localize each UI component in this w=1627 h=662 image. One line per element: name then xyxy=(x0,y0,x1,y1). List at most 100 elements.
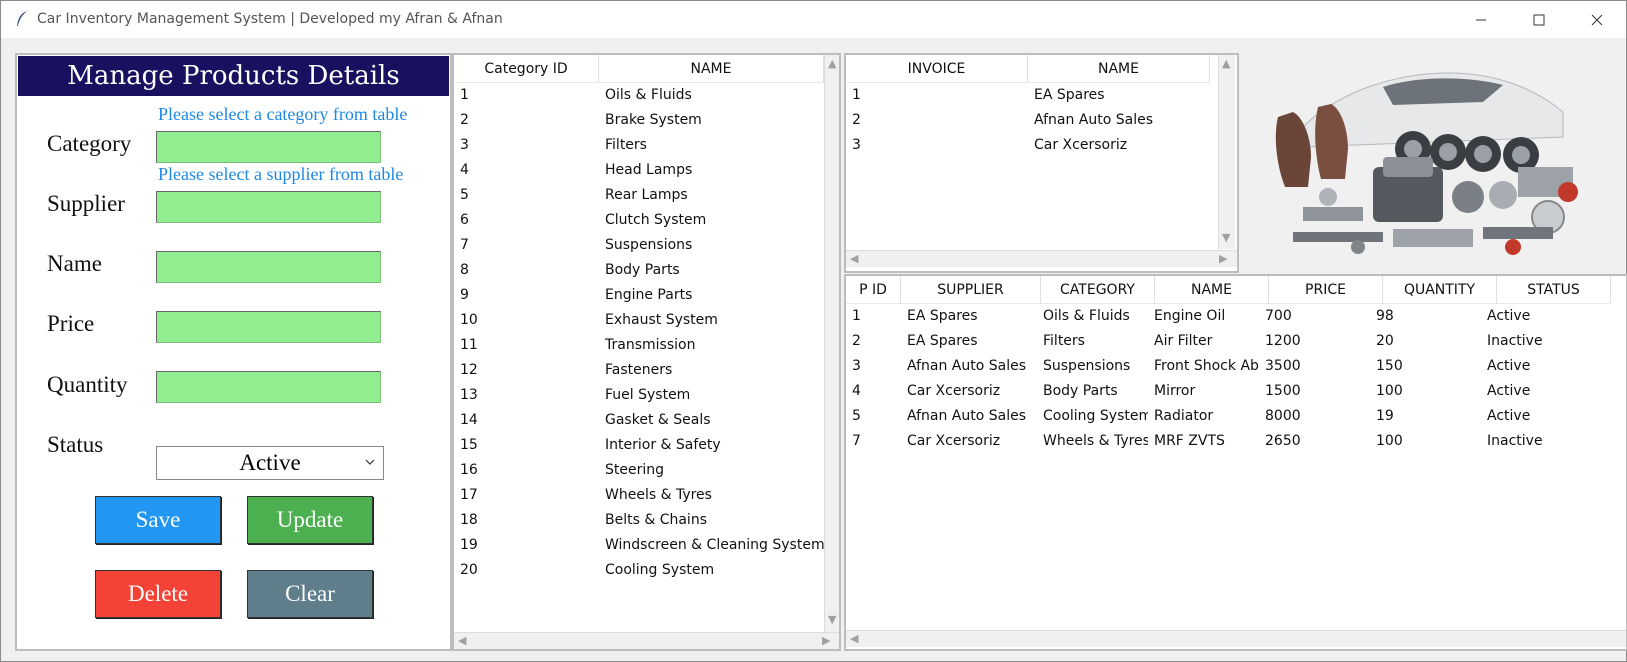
status-cell: Inactive xyxy=(1487,433,1543,449)
pid-cell: 3 xyxy=(852,358,861,374)
table-row[interactable]: 9 Engine Parts xyxy=(454,283,824,308)
delete-button[interactable]: Delete xyxy=(95,570,221,618)
minimize-button[interactable] xyxy=(1458,5,1504,35)
category-name-cell: Cooling System xyxy=(605,562,715,578)
table-row[interactable]: 15 Interior & Safety xyxy=(454,433,824,458)
quantity-field[interactable] xyxy=(156,371,381,403)
close-button[interactable] xyxy=(1574,5,1620,35)
table-row[interactable]: 3 Filters xyxy=(454,133,824,158)
table-row[interactable]: 2 Afnan Auto Sales xyxy=(846,108,1210,133)
table-row[interactable]: 11 Transmission xyxy=(454,333,824,358)
category-name-cell: Steering xyxy=(605,462,665,478)
table-row[interactable]: 1 EA Spares xyxy=(846,83,1210,108)
table-row[interactable]: 2 EA Spares Filters Air Filter 1200 20 Inactiv… xyxy=(846,329,1592,354)
maximize-button[interactable] xyxy=(1516,5,1562,35)
scroll-right-icon[interactable]: ▶ xyxy=(822,634,830,647)
category-name-cell: Gasket & Seals xyxy=(605,412,711,428)
supplier-hint: Please select a supplier from table xyxy=(158,164,404,184)
quantity-cell: 100 xyxy=(1376,383,1403,399)
scroll-left-icon[interactable]: ◀ xyxy=(458,634,466,647)
save-button[interactable]: Save xyxy=(95,496,221,544)
table-row[interactable]: 2 Brake System xyxy=(454,108,824,133)
column-header-invoice[interactable]: INVOICE xyxy=(846,55,1028,83)
table-row[interactable]: 6 Clutch System xyxy=(454,208,824,233)
table-row[interactable]: 3 Car Xcersoriz xyxy=(846,133,1210,158)
app-window: Car Inventory Management System | Develo… xyxy=(0,0,1627,662)
supplier-vertical-scrollbar[interactable]: ▲ ▼ xyxy=(1218,55,1235,249)
column-header-category[interactable]: CATEGORY xyxy=(1041,276,1155,304)
column-header-status[interactable]: STATUS xyxy=(1497,276,1611,304)
table-row[interactable]: 10 Exhaust System xyxy=(454,308,824,333)
car-parts-image xyxy=(1275,72,1578,255)
product-table-body: 1 EA Spares Oils & Fluids Engine Oil 700 98 Ac… xyxy=(846,304,1592,454)
scroll-left-icon[interactable]: ◀ xyxy=(850,632,858,645)
column-header-supplier[interactable]: SUPPLIER xyxy=(901,276,1041,304)
table-row[interactable]: 1 EA Spares Oils & Fluids Engine Oil 700 98 Ac… xyxy=(846,304,1592,329)
category-id-cell: 2 xyxy=(460,112,469,128)
status-selected-value: Active xyxy=(239,450,301,475)
supplier-field[interactable] xyxy=(156,191,381,223)
column-header-quantity[interactable]: QUANTITY xyxy=(1383,276,1497,304)
supplier-cell: Afnan Auto Sales xyxy=(907,358,1026,374)
pid-cell: 7 xyxy=(852,433,861,449)
table-row[interactable]: 14 Gasket & Seals xyxy=(454,408,824,433)
category-name-cell: Rear Lamps xyxy=(605,187,688,203)
column-header-name[interactable]: NAME xyxy=(599,55,824,83)
column-header-price[interactable]: PRICE xyxy=(1269,276,1383,304)
table-row[interactable]: 4 Car Xcersoriz Body Parts Mirror 1500 100 Act… xyxy=(846,379,1592,404)
update-button[interactable]: Update xyxy=(247,496,373,544)
table-row[interactable]: 8 Body Parts xyxy=(454,258,824,283)
scroll-down-icon[interactable]: ▼ xyxy=(828,613,836,626)
category-name-cell: Fuel System xyxy=(605,387,691,403)
table-row[interactable]: 5 Rear Lamps xyxy=(454,183,824,208)
supplier-horizontal-scrollbar[interactable]: ◀ ▶ xyxy=(846,250,1237,267)
price-cell: 1500 xyxy=(1265,383,1301,399)
scroll-down-icon[interactable]: ▼ xyxy=(1222,231,1230,244)
scroll-left-icon[interactable]: ◀ xyxy=(850,252,858,265)
category-name-cell: Suspensions xyxy=(605,237,693,253)
name-field[interactable] xyxy=(156,251,381,283)
table-row[interactable]: 19 Windscreen & Cleaning System xyxy=(454,533,824,558)
table-row[interactable]: 5 Afnan Auto Sales Cooling System Radiator 8… xyxy=(846,404,1592,429)
table-row[interactable]: 1 Oils & Fluids xyxy=(454,83,824,108)
column-header-product-name[interactable]: NAME xyxy=(1155,276,1269,304)
status-cell: Active xyxy=(1487,358,1531,374)
category-horizontal-scrollbar[interactable]: ◀ ▶ xyxy=(454,632,839,649)
form-header: Manage Products Details xyxy=(18,56,449,96)
table-row[interactable]: 13 Fuel System xyxy=(454,383,824,408)
category-cell: Oils & Fluids xyxy=(1043,308,1130,324)
category-table-header: Category ID NAME xyxy=(454,55,824,83)
price-label: Price xyxy=(47,311,95,336)
clear-button[interactable]: Clear xyxy=(247,570,373,618)
column-header-category-id[interactable]: Category ID xyxy=(454,55,599,83)
category-id-cell: 9 xyxy=(460,287,469,303)
chevron-down-icon xyxy=(365,447,375,491)
category-cell: Body Parts xyxy=(1043,383,1118,399)
category-name-cell: Body Parts xyxy=(605,262,680,278)
table-row[interactable]: 7 Suspensions xyxy=(454,233,824,258)
column-header-pid[interactable]: P ID xyxy=(846,276,901,304)
product-horizontal-scrollbar[interactable]: ◀ xyxy=(846,630,1626,647)
category-vertical-scrollbar[interactable]: ▲ ▼ xyxy=(824,55,839,633)
price-field[interactable] xyxy=(156,311,381,343)
table-row[interactable]: 16 Steering xyxy=(454,458,824,483)
column-header-supplier-name[interactable]: NAME xyxy=(1028,55,1210,83)
category-id-cell: 14 xyxy=(460,412,478,428)
table-row[interactable]: 20 Cooling System xyxy=(454,558,824,583)
scroll-up-icon[interactable]: ▲ xyxy=(828,57,836,70)
scroll-right-icon[interactable]: ▶ xyxy=(1219,252,1227,265)
category-name-cell: Head Lamps xyxy=(605,162,693,178)
maximize-icon xyxy=(1533,14,1545,26)
table-row[interactable]: 12 Fasteners xyxy=(454,358,824,383)
category-id-cell: 3 xyxy=(460,137,469,153)
table-row[interactable]: 17 Wheels & Tyres xyxy=(454,483,824,508)
scroll-up-icon[interactable]: ▲ xyxy=(1222,57,1230,70)
category-id-cell: 1 xyxy=(460,87,469,103)
window-title: Car Inventory Management System | Develo… xyxy=(37,11,503,27)
table-row[interactable]: 3 Afnan Auto Sales Suspensions Front Shock … xyxy=(846,354,1592,379)
category-field[interactable] xyxy=(156,131,381,163)
table-row[interactable]: 7 Car Xcersoriz Wheels & Tyres MRF ZVTS 2650… xyxy=(846,429,1592,454)
table-row[interactable]: 4 Head Lamps xyxy=(454,158,824,183)
status-select[interactable]: Active xyxy=(156,446,384,480)
table-row[interactable]: 18 Belts & Chains xyxy=(454,508,824,533)
